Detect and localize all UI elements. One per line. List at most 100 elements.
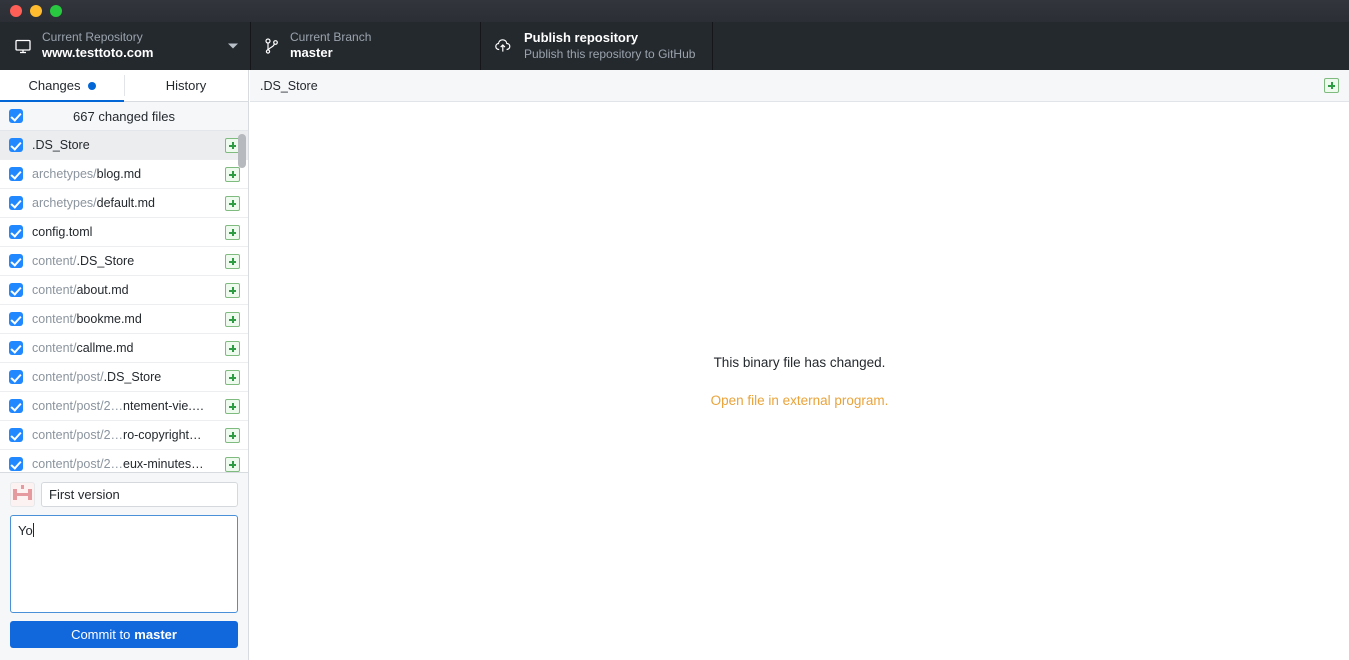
table-row[interactable]: archetypes/default.md — [0, 189, 248, 218]
file-directory: archetypes/ — [32, 196, 97, 210]
publish-repository-title: Publish repository — [524, 30, 639, 46]
table-row[interactable]: archetypes/blog.md — [0, 160, 248, 189]
file-path-label: content/post/2…ntement-vie.… — [32, 399, 216, 413]
cloud-upload-icon — [494, 37, 514, 55]
tab-history-label: History — [165, 78, 207, 93]
publish-repository-button[interactable]: Publish repository Publish this reposito… — [480, 22, 712, 70]
tab-changes-label: Changes — [28, 78, 81, 93]
table-row[interactable]: content/post/2…ro-copyright… — [0, 421, 248, 450]
file-path-label: content/about.md — [32, 283, 216, 297]
file-basename: bookme.md — [76, 312, 142, 326]
commit-area: Yo Commit to master — [0, 472, 248, 660]
file-path-label: content/post/2…eux-minutes… — [32, 457, 216, 471]
changed-files-header: 667 changed files — [0, 102, 248, 131]
table-row[interactable]: content/bookme.md — [0, 305, 248, 334]
file-directory: content/post/2… — [32, 399, 124, 413]
desktop-icon — [14, 37, 32, 55]
changed-files-list[interactable]: .DS_Store archetypes/blog.md archetypes/de… — [0, 131, 248, 472]
tab-changes[interactable]: Changes — [0, 70, 124, 102]
current-repository-button[interactable]: Current Repository www.testtoto.com — [0, 22, 250, 70]
tab-history[interactable]: History — [124, 70, 248, 101]
table-row[interactable]: content/post/2…eux-minutes… — [0, 450, 248, 472]
add-file-icon[interactable] — [1324, 78, 1339, 93]
file-path-label: content/.DS_Store — [32, 254, 216, 268]
file-include-checkbox[interactable] — [9, 457, 23, 471]
file-directory: content/post/2… — [32, 457, 124, 471]
commit-description-text: Yo — [18, 523, 33, 538]
file-basename: config.toml — [32, 225, 93, 239]
file-include-checkbox[interactable] — [9, 370, 23, 384]
file-path-label: content/bookme.md — [32, 312, 216, 326]
content-header: .DS_Store — [250, 70, 1349, 102]
file-directory: content/post/ — [32, 370, 104, 384]
current-repository-value: www.testtoto.com — [42, 45, 154, 61]
publish-repository-subtitle: Publish this repository to GitHub — [524, 46, 696, 61]
open-file-external-link[interactable]: Open file in external program. — [711, 393, 889, 408]
toolbar-spacer — [712, 22, 1349, 70]
maximize-window-button[interactable] — [50, 5, 62, 17]
commit-description-input[interactable]: Yo — [10, 515, 238, 613]
table-row[interactable]: content/.DS_Store — [0, 247, 248, 276]
file-include-checkbox[interactable] — [9, 428, 23, 442]
sidebar-tabs: Changes History — [0, 70, 248, 102]
current-branch-button[interactable]: Current Branch master — [250, 22, 480, 70]
commit-to-branch-button[interactable]: Commit to master — [10, 621, 238, 648]
file-include-checkbox[interactable] — [9, 225, 23, 239]
file-include-checkbox[interactable] — [9, 312, 23, 326]
app-toolbar: Current Repository www.testtoto.com Curr… — [0, 22, 1349, 70]
file-include-checkbox[interactable] — [9, 341, 23, 355]
file-path-label: archetypes/blog.md — [32, 167, 216, 181]
commit-summary-input[interactable] — [41, 482, 238, 507]
content-body: This binary file has changed. Open file … — [250, 102, 1349, 660]
file-list-scrollbar[interactable] — [238, 134, 246, 469]
file-list-scroll-thumb[interactable] — [238, 134, 246, 168]
file-basename: ro-copyright… — [123, 428, 202, 442]
file-include-checkbox[interactable] — [9, 196, 23, 210]
close-window-button[interactable] — [10, 5, 22, 17]
file-path-label: content/post/2…ro-copyright… — [32, 428, 216, 442]
file-basename: eux-minutes… — [123, 457, 204, 471]
file-basename: .DS_Store — [32, 138, 90, 152]
file-basename: .DS_Store — [103, 370, 162, 384]
file-path-label: archetypes/default.md — [32, 196, 216, 210]
sidebar: Changes History 667 changed files .DS_St… — [0, 70, 249, 660]
file-include-checkbox[interactable] — [9, 167, 23, 181]
file-directory: archetypes/ — [32, 167, 97, 181]
table-row[interactable]: content/about.md — [0, 276, 248, 305]
table-row[interactable]: content/post/.DS_Store — [0, 363, 248, 392]
minimize-window-button[interactable] — [30, 5, 42, 17]
file-basename: .DS_Store — [76, 254, 135, 268]
commit-summary-row — [10, 482, 238, 507]
table-row[interactable]: content/post/2…ntement-vie.… — [0, 392, 248, 421]
file-basename: ntement-vie.… — [123, 399, 205, 413]
commit-button-prefix: Commit to — [71, 627, 131, 642]
git-branch-icon — [264, 37, 280, 55]
unsaved-changes-dot-icon — [87, 81, 96, 90]
file-path-label: .DS_Store — [32, 138, 216, 152]
table-row[interactable]: .DS_Store — [0, 131, 248, 160]
binary-file-message: This binary file has changed. — [713, 354, 886, 370]
file-directory: content/post/2… — [32, 428, 124, 442]
file-directory: content/ — [32, 254, 77, 268]
file-basename: about.md — [76, 283, 129, 297]
file-path-label: config.toml — [32, 225, 216, 239]
file-include-checkbox[interactable] — [9, 283, 23, 297]
current-repository-label: Current Repository — [42, 30, 143, 45]
window-title-bar — [0, 0, 1349, 22]
table-row[interactable]: config.toml — [0, 218, 248, 247]
file-basename: default.md — [96, 196, 155, 210]
chevron-down-icon[interactable] — [228, 43, 238, 49]
file-basename: callme.md — [76, 341, 134, 355]
file-include-checkbox[interactable] — [9, 138, 23, 152]
content-pane: .DS_Store This binary file has changed. … — [250, 70, 1349, 660]
table-row[interactable]: content/callme.md — [0, 334, 248, 363]
file-include-checkbox[interactable] — [9, 399, 23, 413]
file-include-checkbox[interactable] — [9, 254, 23, 268]
file-directory: content/ — [32, 283, 77, 297]
file-path-label: content/callme.md — [32, 341, 216, 355]
text-caret — [32, 523, 34, 537]
current-branch-label: Current Branch — [290, 30, 372, 45]
changed-files-count: 667 changed files — [73, 108, 175, 124]
file-directory: content/ — [32, 312, 77, 326]
file-basename: blog.md — [96, 167, 142, 181]
